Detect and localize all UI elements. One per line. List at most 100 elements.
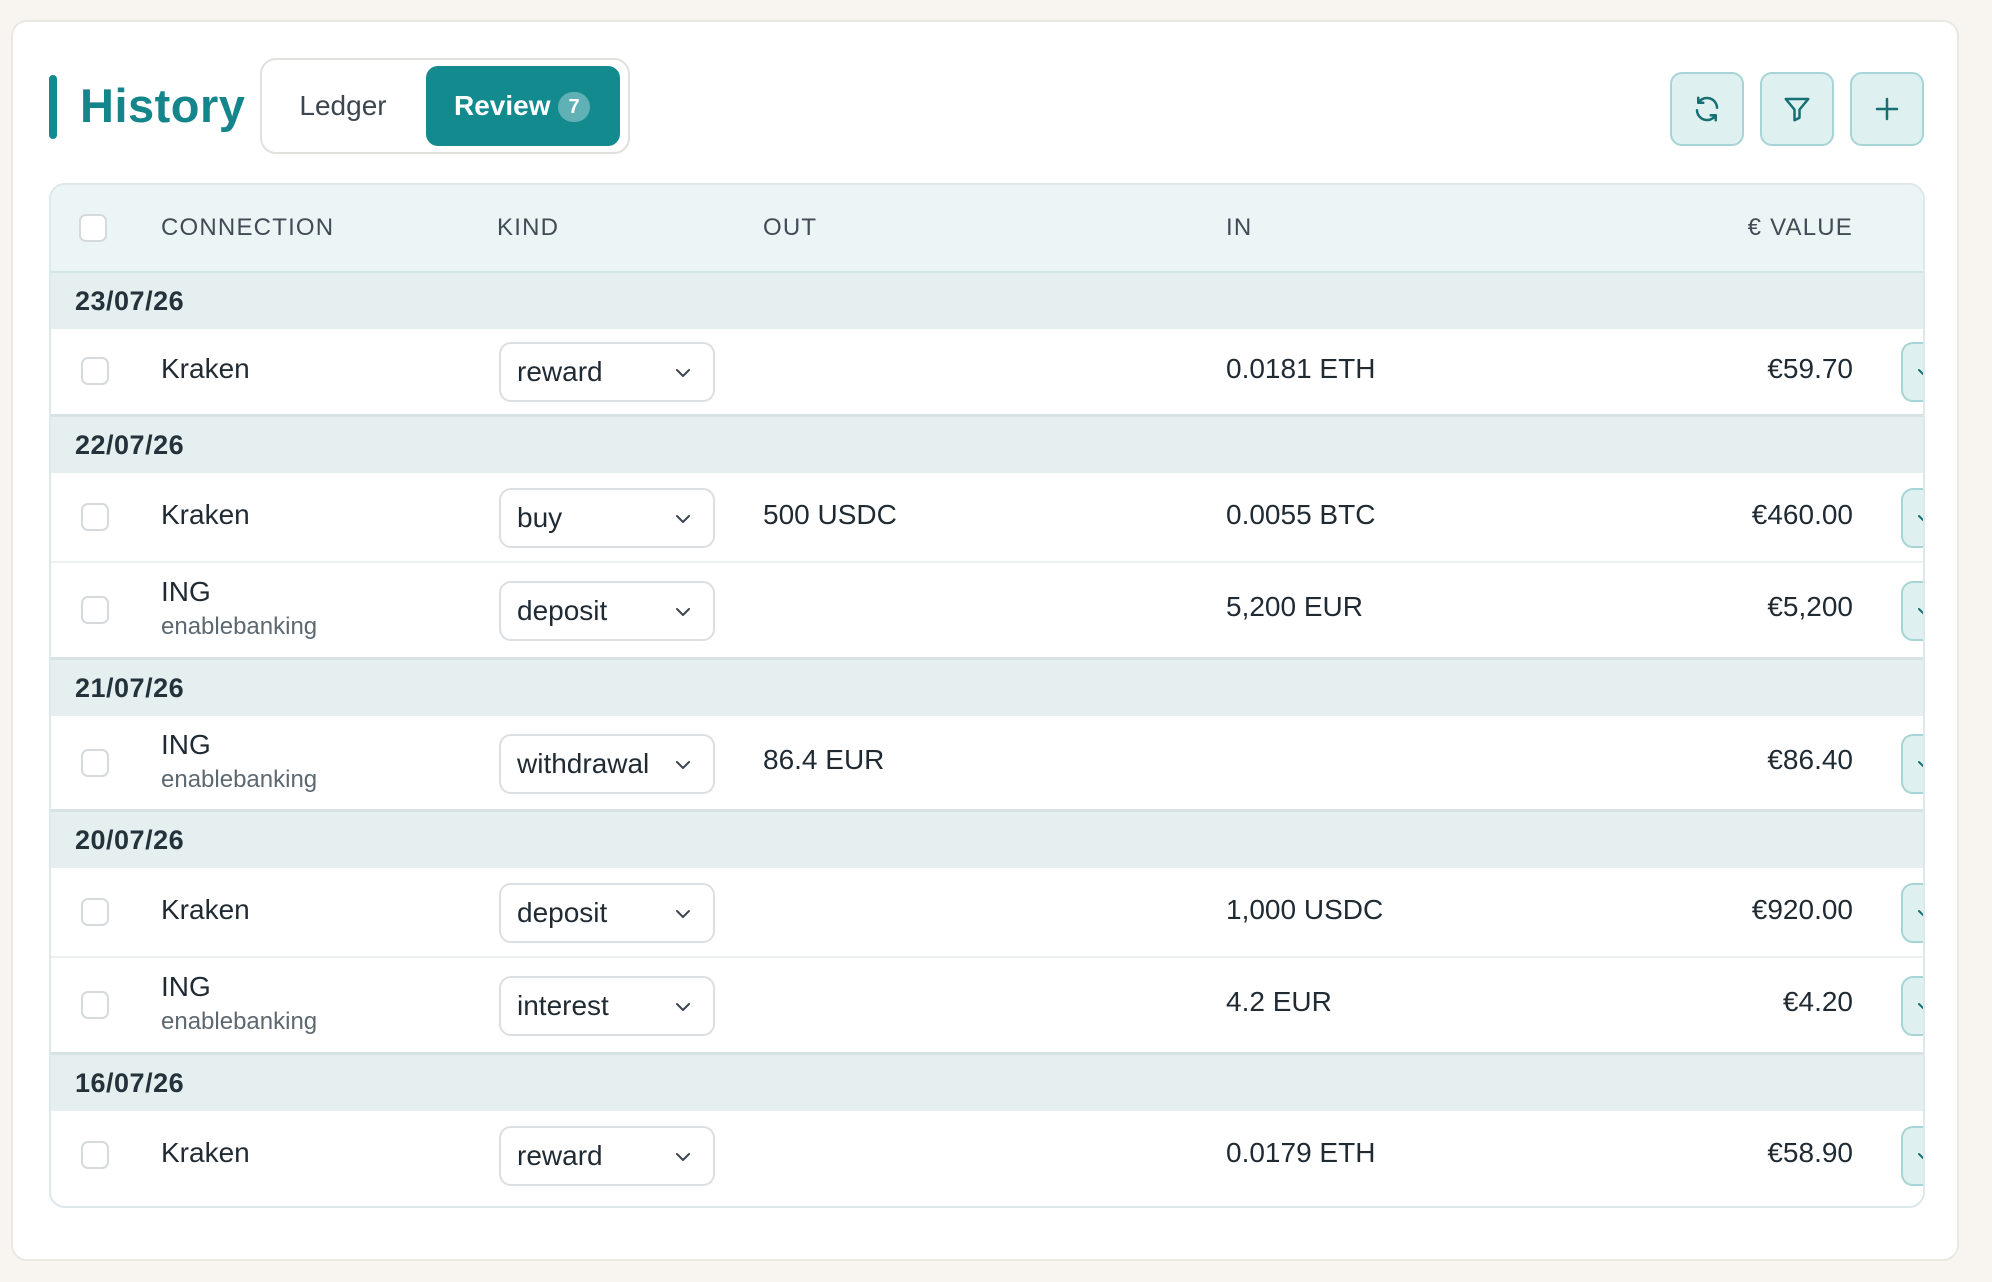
eur-value: €920.00 [1751,894,1853,925]
eur-value: €86.40 [1767,744,1853,775]
tab-ledger[interactable]: Ledger [268,66,418,146]
table-row[interactable]: Kraken reward 0.0181 ETH €59.70 [51,329,1923,417]
eur-value: €58.90 [1767,1137,1853,1168]
in-amount: 5,200 EUR [1226,591,1363,622]
row-checkbox[interactable] [81,749,109,777]
kind-select[interactable]: deposit [499,581,715,641]
group-date: 22/07/26 [75,430,185,460]
row-action-button[interactable] [1901,488,1923,548]
table-header: CONNECTION KIND OUT IN € VALUE [51,185,1923,273]
date-group-header: 23/07/26 [51,273,1923,329]
column-header-out[interactable]: OUT [763,185,817,271]
connection-name: ING [161,729,211,760]
chevron-down-icon [676,515,690,523]
kind-value: deposit [517,595,608,626]
chevron-down-icon [676,1003,690,1011]
row-checkbox[interactable] [81,503,109,531]
kind-value: withdrawal [517,748,650,779]
chevron-down-icon [1918,369,1923,376]
date-group-header: 21/07/26 [51,660,1923,716]
kind-select[interactable]: buy [499,488,715,548]
table-row[interactable]: ING enablebanking withdrawal 86.4 EUR €8… [51,716,1923,812]
eur-value: €5,200 [1767,591,1853,622]
kind-select[interactable]: withdrawal [499,734,715,794]
in-amount: 0.0181 ETH [1226,353,1376,384]
refresh-icon [1695,96,1719,122]
row-checkbox[interactable] [81,596,109,624]
review-count-badge: 7 [558,92,590,122]
row-action-button[interactable] [1901,581,1923,641]
group-date: 23/07/26 [75,286,185,316]
tab-review[interactable]: Review 7 [426,66,620,146]
history-card: History Ledger Review 7 CONNECTION KIND … [11,20,1959,1261]
in-amount: 1,000 USDC [1226,894,1384,925]
row-checkbox[interactable] [81,898,109,926]
table-row[interactable]: Kraken buy 500 USDC 0.0055 BTC €460.00 [51,473,1923,563]
row-checkbox[interactable] [81,1141,109,1169]
plus-icon [1875,97,1899,121]
date-group-header: 16/07/26 [51,1055,1923,1111]
chevron-down-icon [676,910,690,918]
in-amount: 0.0179 ETH [1226,1137,1376,1168]
kind-value: deposit [517,897,608,928]
row-checkbox[interactable] [81,357,109,385]
chevron-down-icon [676,761,690,769]
date-group-header: 22/07/26 [51,417,1923,473]
row-action-button[interactable] [1901,976,1923,1036]
chevron-down-icon [1918,1153,1923,1160]
table-row[interactable]: ING enablebanking deposit 5,200 EUR €5,2… [51,563,1923,660]
row-action-button[interactable] [1901,734,1923,794]
table-row[interactable]: ING enablebanking interest 4.2 EUR €4.20 [51,958,1923,1055]
date-group-header: 20/07/26 [51,812,1923,868]
group-date: 20/07/26 [75,825,185,855]
column-header-value[interactable]: € VALUE [1748,185,1853,271]
connection-name: Kraken [161,353,250,384]
page-title: History [80,79,246,132]
history-header: History Ledger Review 7 [13,22,1957,187]
connection-name: Kraken [161,499,250,530]
kind-select[interactable]: interest [499,976,715,1036]
row-checkbox[interactable] [81,991,109,1019]
refresh-button[interactable] [1670,72,1744,146]
eur-value: €59.70 [1767,353,1853,384]
group-date: 16/07/26 [75,1068,185,1098]
chevron-down-icon [1918,515,1923,522]
eur-value: €460.00 [1751,499,1853,530]
add-transaction-button[interactable] [1850,72,1924,146]
column-header-kind[interactable]: KIND [497,185,559,271]
title-accent-bar [49,75,57,139]
connection-provider: enablebanking [161,766,318,793]
kind-select[interactable]: reward [499,342,715,402]
kind-select[interactable]: deposit [499,883,715,943]
chevron-down-icon [676,1153,690,1161]
select-all-checkbox[interactable] [79,214,107,242]
table-row[interactable]: Kraken reward 0.0179 ETH €58.90 [51,1111,1923,1201]
chevron-down-icon [1918,761,1923,768]
kind-value: buy [517,502,563,533]
tab-review-label: Review [454,90,551,121]
connection-name: Kraken [161,1137,250,1168]
row-action-button[interactable] [1901,342,1923,402]
kind-value: reward [517,1140,603,1171]
column-header-connection[interactable]: CONNECTION [161,185,334,271]
view-tabs: Ledger Review 7 [260,58,630,154]
kind-select[interactable]: reward [499,1126,715,1186]
column-header-in[interactable]: IN [1226,185,1252,271]
group-date: 21/07/26 [75,673,185,703]
row-action-button[interactable] [1901,1126,1923,1186]
tab-ledger-label: Ledger [299,90,387,121]
chevron-down-icon [1918,608,1923,615]
connection-name: Kraken [161,894,250,925]
connection-provider: enablebanking [161,613,318,640]
filter-button[interactable] [1760,72,1834,146]
in-amount: 0.0055 BTC [1226,499,1376,530]
row-action-button[interactable] [1901,883,1923,943]
eur-value: €4.20 [1782,986,1853,1017]
chevron-down-icon [1918,1003,1923,1010]
chevron-down-icon [676,369,690,377]
connection-provider: enablebanking [161,1008,318,1035]
table-row[interactable]: Kraken deposit 1,000 USDC €920.00 [51,868,1923,958]
in-amount: 4.2 EUR [1226,986,1332,1017]
chevron-down-icon [1918,910,1923,917]
transactions-table: CONNECTION KIND OUT IN € VALUE 23/07/26 … [49,183,1925,1208]
